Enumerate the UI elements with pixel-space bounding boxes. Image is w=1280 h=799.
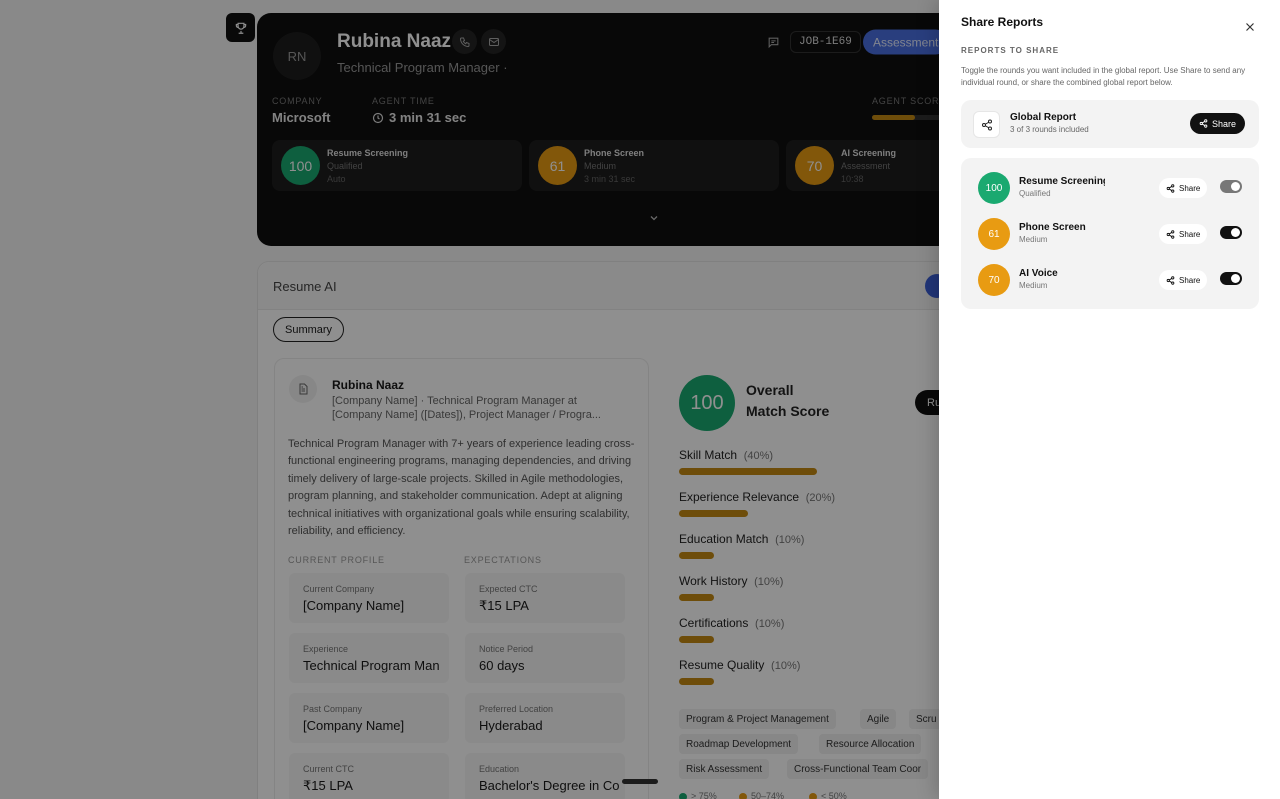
share-round-row: 61 Phone Screen Medium Share (961, 218, 1259, 252)
share-label: Share (1179, 229, 1201, 239)
section-description: Toggle the rounds you want included in t… (961, 66, 1246, 87)
section-label: REPORTS TO SHARE (961, 46, 1060, 55)
round-name: AI Voice (1019, 268, 1058, 279)
toggle-knob (1231, 182, 1240, 191)
panel-title: Share Reports (961, 15, 1044, 29)
toggle-knob (1231, 274, 1240, 283)
round-name: Phone Screen (1019, 222, 1086, 233)
round-name: Resume Screening (1019, 176, 1105, 187)
share-label: Share (1179, 183, 1201, 193)
share-icon (1166, 183, 1175, 193)
global-report-sub: 3 of 3 rounds included (1010, 125, 1089, 134)
include-round-toggle[interactable] (1220, 272, 1242, 285)
share-reports-panel: Share Reports REPORTS TO SHARE Toggle th… (939, 0, 1280, 799)
share-round-row: 70 AI Voice Medium Share (961, 264, 1259, 298)
global-report-card: Global Report 3 of 3 rounds included Sha… (961, 100, 1259, 148)
round-score-badge: 100 (978, 172, 1010, 204)
global-share-icon-box (973, 111, 1000, 138)
share-icon (1166, 229, 1175, 239)
share-label: Share (1179, 275, 1201, 285)
share-round-button[interactable]: Share (1159, 224, 1208, 244)
close-icon (1246, 23, 1254, 31)
include-round-toggle[interactable] (1220, 226, 1242, 239)
share-global-button[interactable]: Share (1190, 113, 1246, 134)
round-status: Qualified (1019, 189, 1051, 198)
share-label: Share (1212, 118, 1237, 129)
global-report-name: Global Report (1010, 112, 1077, 123)
round-status: Medium (1019, 281, 1048, 290)
close-button[interactable] (1242, 19, 1258, 35)
rounds-list-card: 100 Resume Screening Qualified Share 61 … (961, 158, 1259, 309)
share-icon (981, 119, 992, 130)
include-round-toggle[interactable] (1220, 180, 1242, 193)
share-icon (1166, 275, 1175, 285)
toggle-knob (1231, 228, 1240, 237)
share-round-button[interactable]: Share (1159, 270, 1208, 290)
round-score-badge: 61 (978, 218, 1010, 250)
share-icon (1199, 119, 1208, 128)
share-round-row: 100 Resume Screening Qualified Share (961, 172, 1259, 206)
share-round-button[interactable]: Share (1159, 178, 1208, 198)
round-status: Medium (1019, 235, 1048, 244)
round-score-badge: 70 (978, 264, 1010, 296)
